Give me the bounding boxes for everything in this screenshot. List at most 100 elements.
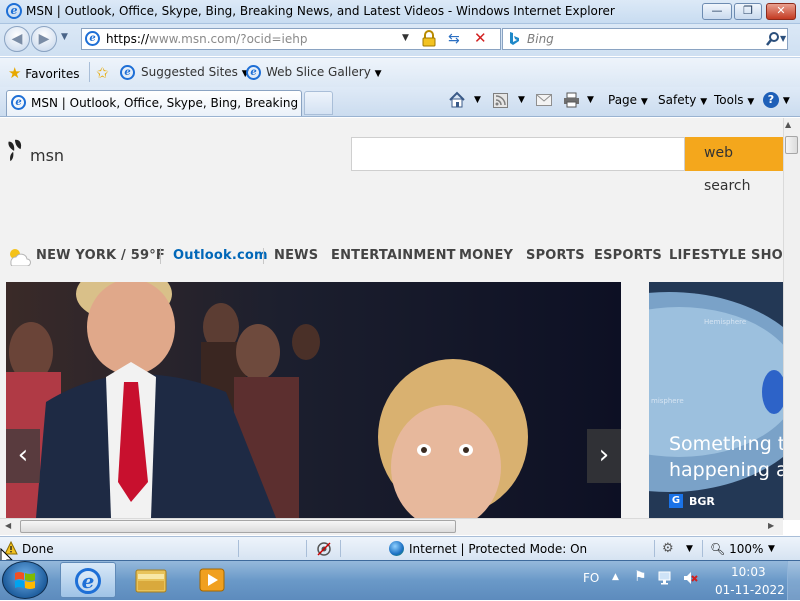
search-icon[interactable] <box>765 30 781 48</box>
chevron-down-icon: ▼ <box>782 96 790 106</box>
msn-logo-text: msn <box>30 146 65 165</box>
back-button[interactable]: ◀ <box>4 26 30 52</box>
help-button[interactable]: ? ▼ <box>763 92 790 108</box>
lock-icon[interactable] <box>422 30 436 47</box>
suggested-sites-label: Suggested Sites <box>141 65 238 79</box>
folder-icon <box>135 569 167 593</box>
zoom-level[interactable]: 🔍︎ 100% <box>710 542 763 556</box>
taskbar-internet-explorer[interactable]: e <box>60 562 116 598</box>
address-url[interactable]: https://www.msn.com/?ocid=iehp <box>106 32 307 46</box>
web-search-input[interactable] <box>351 137 685 171</box>
suggested-sites-icon: e <box>120 65 135 80</box>
chevron-down-icon: ▼ <box>640 97 648 107</box>
restore-button[interactable]: ❐ <box>734 3 762 20</box>
privacy-report-icon[interactable] <box>316 541 332 557</box>
tools-menu[interactable]: Tools ▼ <box>714 93 754 107</box>
web-search-button[interactable]: web search <box>685 137 783 194</box>
forward-button[interactable]: ▶ <box>31 26 57 52</box>
page-menu-label: Page <box>608 93 638 107</box>
nav-news[interactable]: NEWS <box>274 248 318 263</box>
home-icon <box>449 91 465 108</box>
vertical-scrollbar[interactable]: ▲ <box>783 118 800 520</box>
forward-arrow-icon: ▶ <box>38 31 50 47</box>
address-dropdown-icon[interactable]: ▼ <box>402 33 409 43</box>
address-bar[interactable]: e https://www.msn.com/?ocid=iehp ▼ ⇆ ✕ <box>81 28 501 50</box>
nav-money[interactable]: MONEY <box>459 248 513 263</box>
stop-icon[interactable]: ✕ <box>474 30 490 47</box>
url-path: /?ocid=iehp <box>236 32 308 46</box>
protected-mode-settings-icon[interactable]: ⚙ <box>662 541 674 556</box>
home-dropdown-icon[interactable]: ▼ <box>474 95 481 105</box>
scroll-up-icon[interactable]: ▲ <box>785 120 791 129</box>
suggested-sites-link[interactable]: e Suggested Sites ▼ <box>120 65 249 80</box>
status-separator <box>340 540 341 557</box>
hero-prev-button[interactable]: ‹ <box>6 429 40 483</box>
scroll-right-icon[interactable]: ▶ <box>768 521 774 530</box>
scroll-left-icon[interactable]: ◀ <box>5 521 11 530</box>
nav-shop[interactable]: SHOP <box>751 248 783 263</box>
status-text: Done <box>22 542 54 556</box>
page-menu[interactable]: Page ▼ <box>608 93 648 107</box>
side-headline-line-1: Something to <box>669 433 783 455</box>
chevron-down-icon: ▼ <box>747 97 755 107</box>
tab-ie-icon: e <box>11 95 26 110</box>
safety-menu[interactable]: Safety ▼ <box>658 93 707 107</box>
security-zone-text[interactable]: Internet | Protected Mode: On <box>409 542 587 556</box>
read-mail-button[interactable] <box>536 94 552 110</box>
search-options-dropdown-icon[interactable]: ▼ <box>780 34 786 43</box>
clock-time[interactable]: 10:03 <box>731 565 766 579</box>
feeds-dropdown-icon[interactable]: ▼ <box>518 95 525 105</box>
nav-sports[interactable]: SPORTS <box>526 248 585 263</box>
close-button[interactable]: ✕ <box>766 3 796 20</box>
chevron-right-icon: › <box>598 440 610 470</box>
search-box[interactable]: Bing ▼ <box>502 28 788 50</box>
side-story-card[interactable]: Hemisphere misphere Something to happeni… <box>649 282 783 518</box>
rss-feed-icon <box>493 93 508 108</box>
internet-zone-globe-icon <box>389 541 404 556</box>
web-slice-gallery-link[interactable]: e Web Slice Gallery ▼ <box>246 65 382 80</box>
volume-muted-icon[interactable] <box>682 570 698 589</box>
print-dropdown-icon[interactable]: ▼ <box>587 95 594 105</box>
weather-partly-cloudy-icon <box>6 246 32 267</box>
nav-lifestyle[interactable]: LIFESTYLE <box>669 248 747 263</box>
show-desktop-button[interactable] <box>787 561 800 600</box>
taskbar-windows-explorer[interactable] <box>122 562 178 598</box>
minimize-button[interactable]: — <box>702 3 732 20</box>
nav-entertainment[interactable]: ENTERTAINMENT <box>331 248 456 263</box>
bgr-source-icon: G <box>669 494 683 508</box>
show-hidden-icons-icon[interactable]: ▲ <box>612 572 619 582</box>
nav-separator <box>160 248 161 264</box>
favorites-button[interactable]: ★ Favorites <box>8 64 80 82</box>
printer-icon <box>564 92 579 108</box>
search-placeholder: Bing <box>527 32 554 46</box>
nav-outlook[interactable]: Outlook.com <box>173 248 268 263</box>
tab-label: MSN | Outlook, Office, Skype, Bing, Brea… <box>31 96 299 110</box>
msn-logo[interactable]: msn <box>6 138 64 165</box>
feeds-button[interactable] <box>493 93 508 111</box>
protected-mode-dropdown-icon[interactable]: ▼ <box>686 544 693 554</box>
zoom-dropdown-icon[interactable]: ▼ <box>768 544 775 554</box>
home-button[interactable] <box>448 91 466 112</box>
hero-next-button[interactable]: › <box>587 429 621 483</box>
network-icon[interactable] <box>658 570 674 589</box>
nav-separator <box>263 248 264 264</box>
taskbar-media-player[interactable] <box>184 562 240 598</box>
start-button[interactable] <box>2 561 48 599</box>
status-separator <box>702 540 703 557</box>
weather-location[interactable]: NEW YORK / 59°F <box>36 248 165 263</box>
add-to-favorites-bar-icon[interactable]: ✩ <box>96 64 109 82</box>
chevron-down-icon: ▼ <box>700 97 708 107</box>
action-center-flag-icon[interactable]: ⚑ <box>634 569 647 585</box>
vertical-scroll-thumb[interactable] <box>785 136 798 154</box>
tab-msn[interactable]: e MSN | Outlook, Office, Skype, Bing, Br… <box>6 90 302 116</box>
recent-pages-dropdown-icon[interactable]: ▼ <box>61 32 68 42</box>
clock-date[interactable]: 01-11-2022 <box>715 583 785 597</box>
print-button[interactable] <box>563 92 580 111</box>
status-separator <box>654 540 655 557</box>
hero-news-image[interactable]: ‹ › <box>6 282 621 518</box>
language-indicator[interactable]: FO <box>583 571 599 585</box>
refresh-icon[interactable]: ⇆ <box>448 31 464 47</box>
new-tab-button[interactable] <box>304 91 333 115</box>
horizontal-scroll-thumb[interactable] <box>20 520 456 533</box>
nav-esports[interactable]: ESPORTS <box>594 248 662 263</box>
